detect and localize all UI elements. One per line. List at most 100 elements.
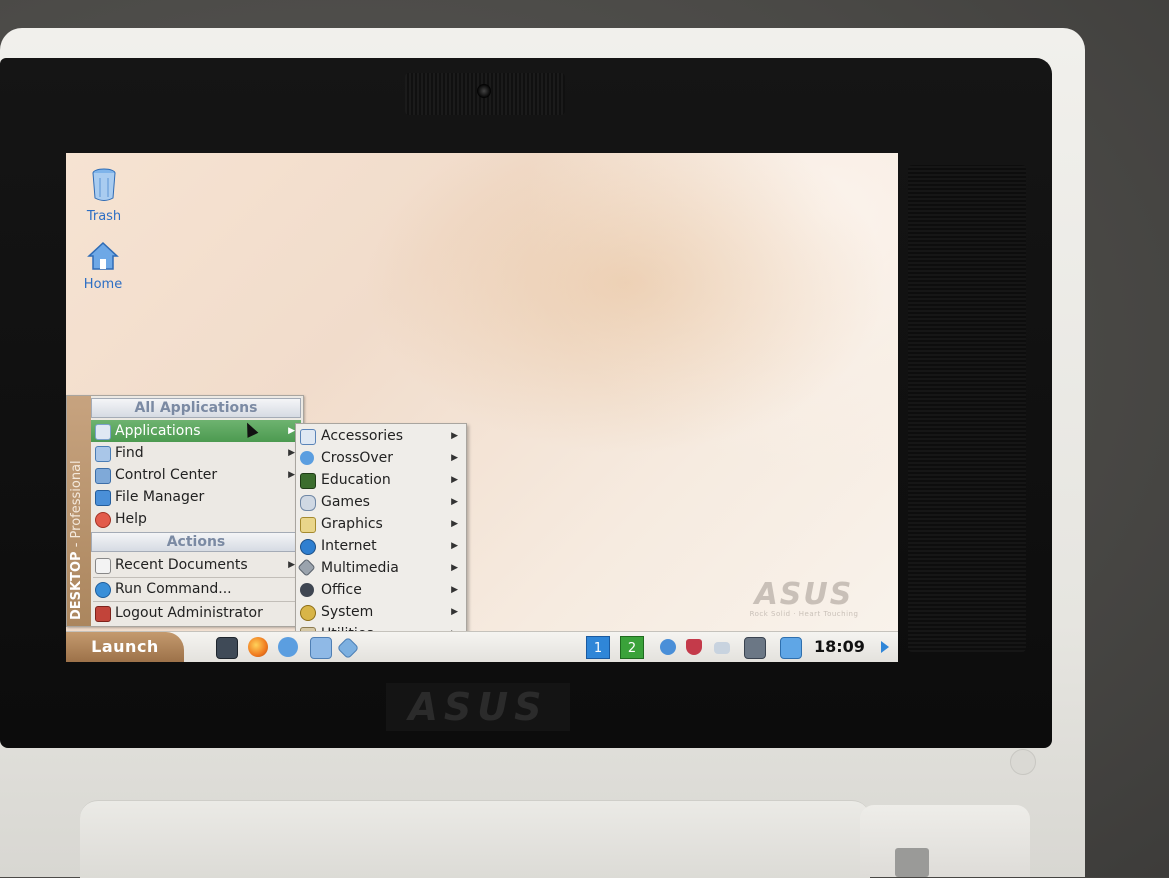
accessories-icon bbox=[300, 429, 316, 445]
submenu-item-label: Office bbox=[321, 582, 362, 598]
submenu-arrow-icon: ▶ bbox=[451, 453, 458, 463]
menu-item-file-manager[interactable]: File Manager bbox=[91, 486, 301, 508]
menu-item-recent-documents[interactable]: Recent Documents ▶ bbox=[91, 554, 301, 576]
status-light bbox=[895, 848, 929, 877]
office-icon bbox=[300, 583, 314, 597]
security-shield-icon[interactable] bbox=[686, 639, 702, 655]
asus-watermark: ASUS Rock Solid · Heart Touching bbox=[748, 577, 860, 619]
desktop-icon-trash[interactable]: Trash bbox=[72, 167, 136, 224]
menu-item-control-center[interactable]: Control Center ▶ bbox=[91, 464, 301, 486]
power-indicator bbox=[1010, 749, 1036, 775]
submenu-arrow-icon: ▶ bbox=[288, 448, 295, 458]
watermark-tagline: Rock Solid · Heart Touching bbox=[749, 610, 859, 618]
submenu-arrow-icon: ▶ bbox=[451, 585, 458, 595]
submenu-arrow-icon: ▶ bbox=[288, 426, 295, 436]
menu-item-label: Logout Administrator bbox=[115, 605, 263, 621]
bezel-logo: ASUS bbox=[386, 683, 570, 731]
submenu-item-label: Games bbox=[321, 494, 370, 510]
tray-expand-icon[interactable] bbox=[881, 641, 889, 653]
watermark-logo: ASUS bbox=[754, 577, 854, 612]
run-command-icon bbox=[95, 582, 111, 598]
menu-item-label: File Manager bbox=[115, 489, 205, 505]
laptop-hinge bbox=[80, 800, 870, 878]
file-manager-icon bbox=[95, 490, 111, 506]
recent-documents-icon bbox=[95, 558, 111, 574]
firefox-icon[interactable] bbox=[248, 637, 268, 657]
internet-icon bbox=[300, 539, 316, 555]
submenu-arrow-icon: ▶ bbox=[451, 431, 458, 441]
menu-item-label: Applications bbox=[115, 423, 201, 439]
speaker-grille bbox=[908, 165, 1026, 652]
section-actions: Actions bbox=[91, 532, 301, 552]
control-center-icon bbox=[95, 468, 111, 484]
file-manager-taskbar-icon[interactable] bbox=[310, 637, 332, 659]
crossover-icon bbox=[300, 451, 314, 465]
submenu-item-office[interactable]: Office ▶ bbox=[296, 579, 466, 601]
trash-icon bbox=[92, 168, 116, 201]
applications-submenu: Accessories ▶ CrossOver ▶ Education ▶ Ga… bbox=[295, 423, 467, 651]
laptop-hinge-right bbox=[860, 805, 1030, 877]
submenu-item-label: Accessories bbox=[321, 428, 404, 444]
help-taskbar-icon[interactable] bbox=[336, 636, 360, 660]
submenu-arrow-icon: ▶ bbox=[288, 470, 295, 480]
graphics-icon bbox=[300, 517, 316, 533]
menu-side-label: DESKTOP - Professional bbox=[69, 430, 89, 620]
keyboard-icon[interactable] bbox=[714, 642, 730, 654]
workspace-2[interactable]: 2 bbox=[620, 636, 644, 659]
taskbar: Launch 1 2 18:09 bbox=[66, 631, 898, 662]
submenu-item-label: Graphics bbox=[321, 516, 383, 532]
submenu-item-system[interactable]: System ▶ bbox=[296, 601, 466, 623]
submenu-item-label: Education bbox=[321, 472, 391, 488]
submenu-arrow-icon: ▶ bbox=[451, 519, 458, 529]
submenu-item-graphics[interactable]: Graphics ▶ bbox=[296, 513, 466, 535]
multimedia-icon bbox=[297, 558, 316, 577]
network-icon[interactable] bbox=[744, 637, 766, 659]
side-label-bold: DESKTOP bbox=[69, 551, 84, 620]
applications-icon bbox=[95, 424, 111, 440]
menu-item-logout[interactable]: Logout Administrator bbox=[91, 602, 301, 624]
logout-icon bbox=[95, 606, 111, 622]
home-icon bbox=[87, 241, 119, 270]
menu-item-run-command[interactable]: Run Command... bbox=[91, 578, 301, 600]
menu-item-help[interactable]: Help bbox=[91, 508, 301, 530]
submenu-item-education[interactable]: Education ▶ bbox=[296, 469, 466, 491]
desktop-icon-label: Trash bbox=[86, 209, 122, 224]
workspace-1[interactable]: 1 bbox=[586, 636, 610, 659]
volume-icon[interactable] bbox=[660, 639, 676, 655]
submenu-item-multimedia[interactable]: Multimedia ▶ bbox=[296, 557, 466, 579]
submenu-arrow-icon: ▶ bbox=[451, 541, 458, 551]
submenu-arrow-icon: ▶ bbox=[451, 607, 458, 617]
submenu-item-label: Multimedia bbox=[321, 560, 399, 576]
submenu-arrow-icon: ▶ bbox=[451, 475, 458, 485]
education-icon bbox=[300, 473, 316, 489]
submenu-item-accessories[interactable]: Accessories ▶ bbox=[296, 425, 466, 447]
submenu-item-games[interactable]: Games ▶ bbox=[296, 491, 466, 513]
help-icon bbox=[95, 512, 111, 528]
menu-item-find[interactable]: Find ▶ bbox=[91, 442, 301, 464]
terminal-icon[interactable] bbox=[216, 637, 238, 659]
desktop-screen: Trash Home ASUS Rock Solid · Heart Touch… bbox=[66, 153, 898, 662]
menu-side-banner: DESKTOP - Professional bbox=[67, 396, 91, 626]
webcam-lens bbox=[477, 84, 491, 98]
submenu-item-internet[interactable]: Internet ▶ bbox=[296, 535, 466, 557]
menu-item-label: Run Command... bbox=[115, 581, 232, 597]
system-icon bbox=[300, 605, 316, 621]
submenu-item-crossover[interactable]: CrossOver ▶ bbox=[296, 447, 466, 469]
menu-item-applications[interactable]: Applications ▶ bbox=[91, 420, 301, 442]
submenu-item-label: CrossOver bbox=[321, 450, 394, 466]
games-icon bbox=[300, 495, 316, 511]
launch-button[interactable]: Launch bbox=[66, 632, 184, 662]
update-icon[interactable] bbox=[278, 637, 298, 657]
side-label-thin: - Professional bbox=[69, 460, 84, 552]
start-menu: DESKTOP - Professional All Applications … bbox=[66, 395, 304, 627]
menu-item-label: Control Center bbox=[115, 467, 218, 483]
desktop-icon-label: Home bbox=[83, 277, 123, 292]
clock[interactable]: 18:09 bbox=[814, 632, 865, 662]
submenu-arrow-icon: ▶ bbox=[451, 497, 458, 507]
submenu-arrow-icon: ▶ bbox=[451, 563, 458, 573]
menu-item-label: Find bbox=[115, 445, 144, 461]
desktop-icon-home[interactable]: Home bbox=[71, 241, 135, 292]
submenu-arrow-icon: ▶ bbox=[288, 560, 295, 570]
section-all-applications: All Applications bbox=[91, 398, 301, 418]
lock-icon[interactable] bbox=[780, 637, 802, 659]
